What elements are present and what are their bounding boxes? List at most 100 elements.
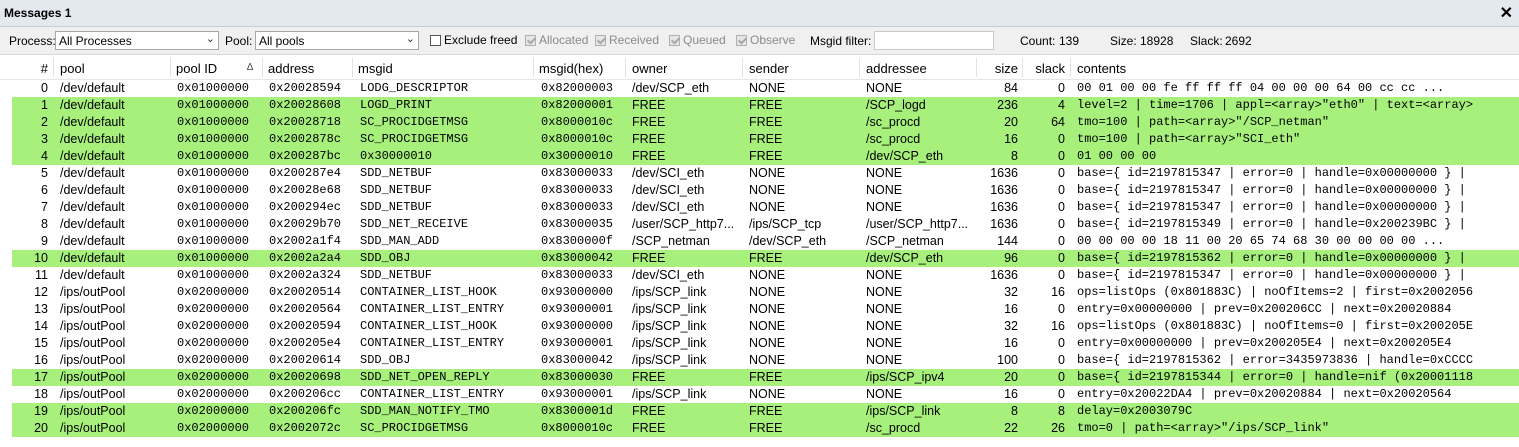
table-row[interactable]: 14/ips/outPool 0x02000000 0x20020594 CONTAI… [12, 318, 1519, 335]
cell-contents: base={ id=2197815362 | error=0 | handle=… [1077, 251, 1466, 265]
observe-checkbox[interactable]: Observe [736, 33, 795, 47]
cell-msgid-hex: 0x83000033 [541, 268, 614, 282]
table-row[interactable]: 2/dev/default 0x01000000 0x20028718 SC_PROC… [12, 114, 1519, 131]
table-row[interactable]: 6/dev/default 0x01000000 0x20028e68 SDD_NET… [12, 182, 1519, 199]
column-divider[interactable] [170, 58, 171, 77]
cell-slack: 16 [1051, 319, 1065, 333]
column-header-address[interactable]: address [268, 61, 314, 77]
cell-owner: /ips/SCP_link [632, 353, 707, 367]
cell-contents: delay=0x2003079C [1077, 404, 1193, 418]
column-header-pool-id[interactable]: pool ID [176, 61, 217, 77]
cell-contents: entry=0x00000000 | prev=0x200205E4 | nex… [1077, 336, 1452, 350]
table-row[interactable]: 10/dev/default 0x01000000 0x2002a2a4 SDD_OB… [12, 250, 1519, 267]
close-icon[interactable]: ✕ [1500, 3, 1513, 23]
column-divider[interactable] [352, 58, 353, 77]
pool-dropdown[interactable]: All pools ⌄ [255, 31, 419, 50]
table-row[interactable]: 16/ips/outPool 0x02000000 0x20020614 SDD_OB… [12, 352, 1519, 369]
received-label: Received [609, 33, 660, 47]
cell-pool-id: 0x01000000 [177, 166, 250, 180]
cell-owner: FREE [632, 132, 666, 146]
column-header-index[interactable]: # [12, 61, 48, 77]
table-row[interactable]: 15/ips/outPool 0x02000000 0x200205e4 CONTAI… [12, 335, 1519, 352]
cell-slack: 0 [1058, 149, 1065, 163]
column-header-addressee[interactable]: addressee [866, 61, 927, 77]
column-header-slack[interactable]: slack [1026, 61, 1065, 77]
cell-size: 1636 [990, 200, 1018, 214]
cell-address: 0x2002a2a4 [269, 251, 342, 265]
cell-size: 20 [1004, 115, 1018, 129]
cell-msgid-hex: 0x93000001 [541, 336, 614, 350]
checkbox-box[interactable] [595, 35, 606, 46]
table-row[interactable]: 11/dev/default 0x01000000 0x2002a324 SDD_NE… [12, 267, 1519, 284]
cell-index: 8 [41, 217, 48, 231]
cell-msgid: SDD_MAN_ADD [360, 234, 440, 248]
column-header-contents[interactable]: contents [1077, 61, 1126, 77]
checkbox-box[interactable] [430, 35, 441, 46]
cell-address: 0x20028e68 [269, 183, 342, 197]
cell-index: 9 [41, 234, 48, 248]
column-divider[interactable] [1070, 58, 1071, 77]
column-divider[interactable] [53, 58, 54, 77]
cell-msgid-hex: 0x83000035 [541, 217, 614, 231]
cell-index: 1 [41, 98, 48, 112]
allocated-checkbox[interactable]: Allocated [525, 33, 588, 47]
received-checkbox[interactable]: Received [595, 33, 659, 47]
table-row[interactable]: 17/ips/outPool 0x02000000 0x20020698 SDD_NE… [12, 369, 1519, 386]
cell-address: 0x200205e4 [269, 336, 342, 350]
table-row[interactable]: 5/dev/default 0x01000000 0x200287e4 SDD_NET… [12, 165, 1519, 182]
column-divider[interactable] [976, 58, 977, 77]
table-row[interactable]: 13/ips/outPool 0x02000000 0x20020564 CONTAI… [12, 301, 1519, 318]
checkbox-box[interactable] [736, 35, 747, 46]
column-divider[interactable] [742, 58, 743, 77]
cell-owner: /user/SCP_http7... [632, 217, 735, 231]
cell-slack: 4 [1058, 98, 1065, 112]
column-divider[interactable] [625, 58, 626, 77]
cell-msgid-hex: 0x93000001 [541, 302, 614, 316]
table-row[interactable]: 7/dev/default 0x01000000 0x200294ec SDD_NET… [12, 199, 1519, 216]
cell-pool-id: 0x02000000 [177, 302, 250, 316]
column-divider[interactable] [262, 58, 263, 77]
checkbox-box[interactable] [669, 35, 680, 46]
table-row[interactable]: 19/ips/outPool 0x02000000 0x200206fc SDD_MA… [12, 403, 1519, 420]
cell-owner: /ips/SCP_link [632, 336, 707, 350]
table-row[interactable]: 12/ips/outPool 0x02000000 0x20020514 CONTAI… [12, 284, 1519, 301]
cell-pool: /dev/default [60, 217, 125, 231]
cell-pool-id: 0x01000000 [177, 115, 250, 129]
column-header-msgid[interactable]: msgid [358, 61, 393, 77]
table-row[interactable]: 0/dev/default 0x01000000 0x20028594 LODG_DE… [12, 80, 1519, 97]
table-row[interactable]: 4/dev/default 0x01000000 0x200287bc 0x30000… [12, 148, 1519, 165]
cell-contents: base={ id=2197815349 | error=0 | handle=… [1077, 217, 1466, 231]
cell-contents: ops=listOps (0x801883C) | noOfItems=2 | … [1077, 285, 1474, 299]
table-row[interactable]: 18/ips/outPool 0x02000000 0x200206cc CONTAI… [12, 386, 1519, 403]
column-header-size[interactable]: size [980, 61, 1018, 77]
cell-slack: 0 [1058, 81, 1065, 95]
size-value: 18928 [1140, 34, 1174, 48]
cell-size: 16 [1004, 336, 1018, 350]
table-row[interactable]: 1/dev/default 0x01000000 0x20028608 LOGD_PR… [12, 97, 1519, 114]
cell-index: 6 [41, 183, 48, 197]
exclude-freed-checkbox[interactable]: Exclude freed [430, 33, 517, 47]
cell-pool: /ips/outPool [60, 336, 126, 350]
table-row[interactable]: 20/ips/outPool 0x02000000 0x2002072c SC_PRO… [12, 420, 1519, 437]
checkbox-box[interactable] [525, 35, 536, 46]
cell-msgid-hex: 0x30000010 [541, 149, 614, 163]
cell-pool-id: 0x02000000 [177, 353, 250, 367]
table-row[interactable]: 8/dev/default 0x01000000 0x20029b70 SDD_NET… [12, 216, 1519, 233]
cell-pool: /ips/outPool [60, 370, 126, 384]
table-row[interactable]: 3/dev/default 0x01000000 0x2002878c SC_PROC… [12, 131, 1519, 148]
column-divider[interactable] [1022, 58, 1023, 77]
cell-address: 0x20029b70 [269, 217, 342, 231]
cell-contents: tmo=100 | path=<array>"SCI_eth" [1077, 132, 1301, 146]
table-row[interactable]: 9/dev/default 0x01000000 0x2002a1f4 SDD_MAN… [12, 233, 1519, 250]
cell-size: 144 [997, 234, 1018, 248]
column-header-pool[interactable]: pool [60, 61, 85, 77]
column-divider[interactable] [533, 58, 534, 77]
column-header-msgid-hex[interactable]: msgid(hex) [539, 61, 603, 77]
cell-msgid-hex: 0x83000030 [541, 370, 614, 384]
queued-checkbox[interactable]: Queued [669, 33, 726, 47]
column-divider[interactable] [859, 58, 860, 77]
process-dropdown[interactable]: All Processes ⌄ [55, 31, 219, 50]
column-header-sender[interactable]: sender [749, 61, 789, 77]
msgid-filter-input[interactable] [874, 31, 994, 50]
column-header-owner[interactable]: owner [632, 61, 667, 77]
